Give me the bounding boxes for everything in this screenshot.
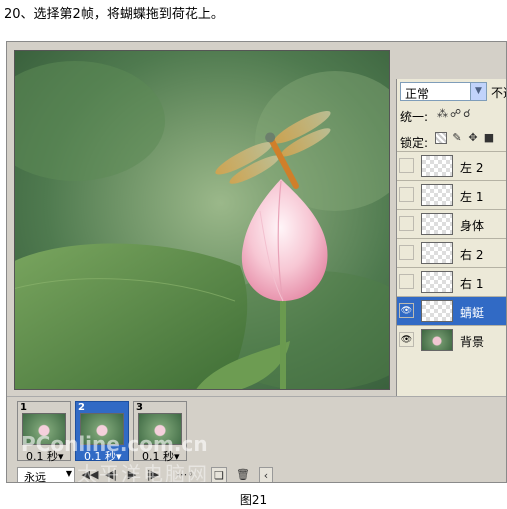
layer-row-selected[interactable]: 👁 蜻蜓 <box>397 296 506 325</box>
chevron-down-icon[interactable]: ▼ <box>470 83 486 100</box>
lock-label: 锁定: <box>400 136 429 150</box>
unify-label: 统一: <box>400 110 429 124</box>
blend-mode-select[interactable]: 正常 ▼ <box>400 82 487 101</box>
visibility-toggle[interactable] <box>399 274 414 289</box>
scroll-left-icon[interactable]: ‹ <box>259 467 273 482</box>
layer-list: 左 2 左 1 身体 右 2 右 1 👁 蜻蜓 👁 背景 <box>397 151 506 354</box>
watermark-cn: 太平洋电脑网 <box>77 462 209 483</box>
layer-name: 背景 <box>460 335 485 349</box>
lock-icons: ✎ ✥ ■ <box>435 132 495 144</box>
duplicate-frame-icon[interactable]: ❏ <box>211 467 227 482</box>
layer-thumbnail <box>421 184 453 206</box>
photoshop-window: 正常 ▼ 不透 统一: ⁂☍☌ 锁定: ✎ ✥ ■ 左 2 左 1 <box>6 41 507 483</box>
layer-thumbnail <box>421 300 453 322</box>
opacity-label: 不透 <box>491 86 506 100</box>
watermark: PConline.com.cn <box>21 432 208 456</box>
layer-thumbnail <box>421 155 453 177</box>
loop-value: 永远 <box>24 471 46 483</box>
frame-number: 2 <box>78 402 85 413</box>
layer-row[interactable]: 右 2 <box>397 238 506 267</box>
trash-icon[interactable]: 🗑 <box>235 467 251 482</box>
layer-row[interactable]: 身体 <box>397 209 506 238</box>
chevron-down-icon: ▼ <box>65 469 72 478</box>
layer-name: 蜻蜓 <box>460 306 485 320</box>
layer-thumbnail <box>421 329 453 351</box>
layer-name: 身体 <box>460 219 485 233</box>
loop-select[interactable]: 永远 ▼ <box>17 467 75 483</box>
layer-thumbnail <box>421 271 453 293</box>
eye-icon[interactable]: 👁 <box>399 303 414 318</box>
layer-name: 左 2 <box>460 161 484 175</box>
layer-thumbnail <box>421 213 453 235</box>
visibility-toggle[interactable] <box>399 187 414 202</box>
canvas-image <box>14 50 390 390</box>
visibility-toggle[interactable] <box>399 245 414 260</box>
layer-row[interactable]: 右 1 <box>397 267 506 296</box>
layers-panel: 正常 ▼ 不透 统一: ⁂☍☌ 锁定: ✎ ✥ ■ 左 2 左 1 <box>396 79 506 445</box>
figure-caption: 图21 <box>239 493 268 507</box>
layer-row[interactable]: 左 2 <box>397 151 506 180</box>
layer-name: 右 1 <box>460 277 484 291</box>
frame-number: 1 <box>20 402 27 413</box>
unify-icons[interactable]: ⁂☍☌ <box>437 107 473 120</box>
visibility-toggle[interactable] <box>399 158 414 173</box>
lock-transparent-icon[interactable] <box>435 132 447 144</box>
layer-name: 左 1 <box>460 190 484 204</box>
blend-mode-value: 正常 <box>405 87 430 101</box>
layer-row[interactable]: 左 1 <box>397 180 506 209</box>
lotus-dragonfly-photo <box>15 61 389 389</box>
eye-icon[interactable]: 👁 <box>399 332 414 347</box>
visibility-toggle[interactable] <box>399 216 414 231</box>
instruction-text: 20、选择第2帧，将蝴蝶拖到荷花上。 <box>4 7 224 22</box>
lock-brush-icon[interactable]: ✎ <box>451 132 463 144</box>
layer-name: 右 2 <box>460 248 484 262</box>
frame-number: 3 <box>136 402 143 413</box>
lock-move-icon[interactable]: ✥ <box>467 132 479 144</box>
layer-thumbnail <box>421 242 453 264</box>
lock-all-icon[interactable]: ■ <box>483 132 495 144</box>
layer-row[interactable]: 👁 背景 <box>397 325 506 354</box>
